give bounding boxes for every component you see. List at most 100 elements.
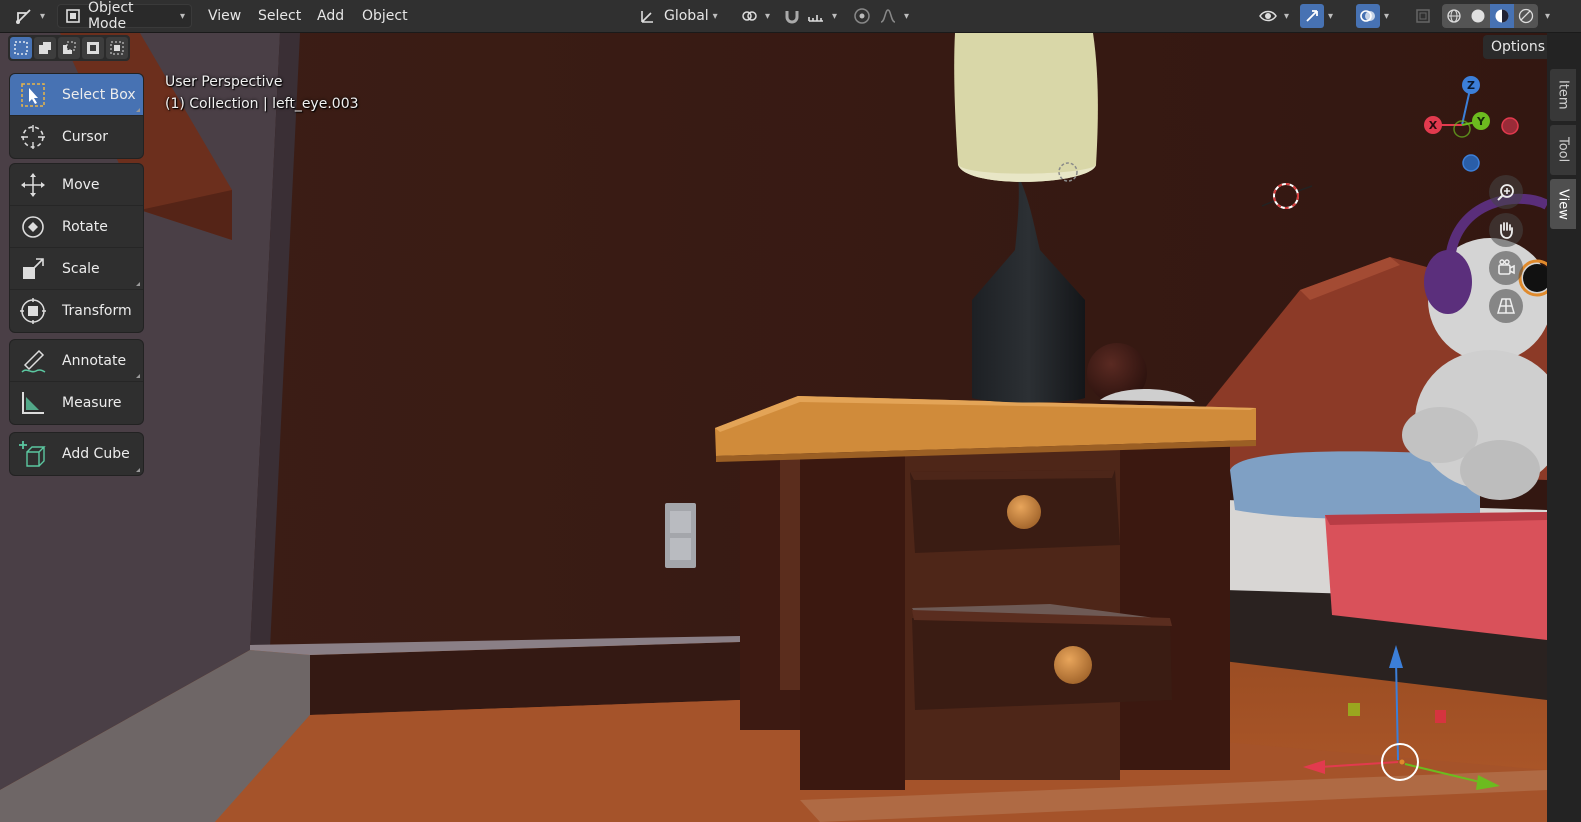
tool-label: Measure	[62, 395, 122, 411]
toolbar-group-transform: Move Rotate Scale Transform	[10, 164, 143, 332]
rotate-icon	[18, 212, 48, 242]
tab-view[interactable]: View	[1550, 179, 1576, 229]
sidebar-tabs: Item Tool View	[1547, 33, 1581, 822]
tool-transform[interactable]: Transform	[10, 290, 143, 332]
wireframe-icon	[1447, 9, 1461, 23]
select-extend-icon	[39, 42, 51, 54]
tool-move[interactable]: Move	[10, 164, 143, 206]
proportional-editing-toggle[interactable]	[850, 4, 874, 28]
options-dropdown[interactable]: Options ▾	[1483, 35, 1547, 59]
proportional-icon	[850, 4, 874, 28]
pan-button[interactable]	[1489, 213, 1523, 247]
zoom-button[interactable]	[1489, 175, 1523, 209]
tool-select-box[interactable]: Select Box	[10, 74, 143, 116]
snap-target-dropdown[interactable]: ▾	[804, 4, 837, 28]
tab-tool[interactable]: Tool	[1550, 125, 1576, 175]
tool-label: Move	[62, 176, 100, 193]
select-mode-group	[8, 35, 130, 61]
tool-label: Cursor	[62, 129, 109, 145]
tool-cursor[interactable]: Cursor	[10, 116, 143, 158]
magnet-icon	[780, 4, 804, 28]
wireframe-shading-button[interactable]	[1442, 4, 1466, 28]
navigation-gizmo[interactable]: Z X Y	[1420, 75, 1520, 175]
solid-sphere-icon	[1471, 9, 1485, 23]
select-new-button[interactable]	[10, 37, 32, 59]
tab-view-label: View	[1555, 188, 1571, 220]
tool-annotate[interactable]: Annotate	[10, 340, 143, 382]
chevron-down-icon: ▾	[1328, 10, 1334, 22]
camera-icon	[1498, 259, 1515, 275]
tool-label: Select Box	[62, 86, 136, 103]
drawer-knob	[1007, 495, 1041, 529]
editor-type-button[interactable]: ▾	[12, 4, 45, 28]
chevron-down-icon: ▾	[1384, 10, 1390, 22]
gizmo-y-label: Y	[1476, 115, 1486, 128]
tool-measure[interactable]: Measure	[10, 382, 143, 424]
menu-object[interactable]: Object	[354, 4, 416, 28]
transform-icon	[18, 296, 48, 326]
menu-add[interactable]: Add	[309, 4, 352, 28]
falloff-dropdown[interactable]: ▾	[876, 4, 909, 28]
lamp-shade	[954, 33, 1098, 182]
gizmo-toggle[interactable]: ▾	[1300, 4, 1333, 28]
xray-toggle[interactable]	[1411, 4, 1435, 28]
select-subtract-icon	[63, 41, 76, 54]
3d-viewport-icon	[12, 4, 36, 28]
3d-viewport[interactable]: Options ▾ User Perspective (1) Collectio…	[0, 33, 1547, 822]
drawer-bottom	[912, 618, 1172, 710]
tool-scale[interactable]: Scale	[10, 248, 143, 290]
select-invert-button[interactable]	[82, 37, 104, 59]
toolbar-group-add: Add Cube	[10, 433, 143, 475]
measure-icon	[18, 388, 48, 418]
scale-icon	[18, 254, 48, 284]
material-preview-button[interactable]	[1490, 4, 1514, 28]
zoom-icon	[1497, 184, 1514, 201]
headphone	[1424, 250, 1472, 314]
scene-render	[0, 33, 1547, 822]
tool-label: Transform	[62, 303, 132, 319]
tool-rotate[interactable]: Rotate	[10, 206, 143, 248]
camera-view-button[interactable]	[1489, 251, 1523, 285]
move-icon	[18, 170, 48, 200]
select-intersect-button[interactable]	[106, 37, 128, 59]
collection-label: (1) Collection | left_eye.003	[165, 96, 359, 112]
cursor-icon	[18, 122, 48, 152]
solid-shading-button[interactable]	[1466, 4, 1490, 28]
orientation-label: Global	[664, 8, 709, 24]
transform-orientation-dropdown[interactable]: Global ▾	[636, 4, 718, 28]
toggle-perspective-button[interactable]	[1489, 289, 1523, 323]
pivot-icon	[737, 4, 761, 28]
visibility-dropdown[interactable]: ▾	[1256, 4, 1289, 28]
tab-tool-label: Tool	[1555, 137, 1571, 163]
chevron-down-icon: ▾	[40, 10, 46, 22]
menu-select[interactable]: Select	[250, 4, 309, 28]
mode-label: Object Mode	[87, 0, 134, 32]
tool-label: Annotate	[62, 352, 127, 369]
rendered-shading-button[interactable]	[1514, 4, 1538, 28]
viewport-header: ▾ Object Mode ▾ View Select Add Object G…	[0, 0, 1581, 33]
select-subtract-button[interactable]	[58, 37, 80, 59]
object-mode-icon	[64, 4, 82, 28]
snap-toggle[interactable]	[780, 4, 804, 28]
tool-label: Scale	[62, 260, 100, 277]
shading-options-dropdown[interactable]: ▾	[1541, 4, 1550, 28]
tool-add-cube[interactable]: Add Cube	[10, 433, 143, 475]
select-box-icon	[18, 80, 48, 110]
select-extend-button[interactable]	[34, 37, 56, 59]
chevron-down-icon: ▾	[179, 10, 185, 22]
select-invert-icon	[87, 42, 99, 54]
snap-increment-icon	[804, 4, 828, 28]
material-sphere-icon	[1495, 9, 1509, 23]
perspective-label: User Perspective	[165, 74, 283, 90]
rendered-sphere-icon	[1518, 8, 1534, 24]
xray-icon	[1411, 4, 1435, 28]
shading-mode-group	[1442, 4, 1538, 28]
overlays-toggle[interactable]: ▾	[1356, 4, 1389, 28]
falloff-curve-icon	[876, 4, 900, 28]
tab-item[interactable]: Item	[1550, 69, 1576, 121]
toolbar-group-select: Select Box Cursor	[10, 74, 143, 158]
mode-dropdown[interactable]: Object Mode ▾	[57, 0, 192, 32]
menu-view[interactable]: View	[200, 4, 249, 28]
pivot-point-dropdown[interactable]: ▾	[737, 4, 770, 28]
hand-icon	[1500, 222, 1513, 239]
